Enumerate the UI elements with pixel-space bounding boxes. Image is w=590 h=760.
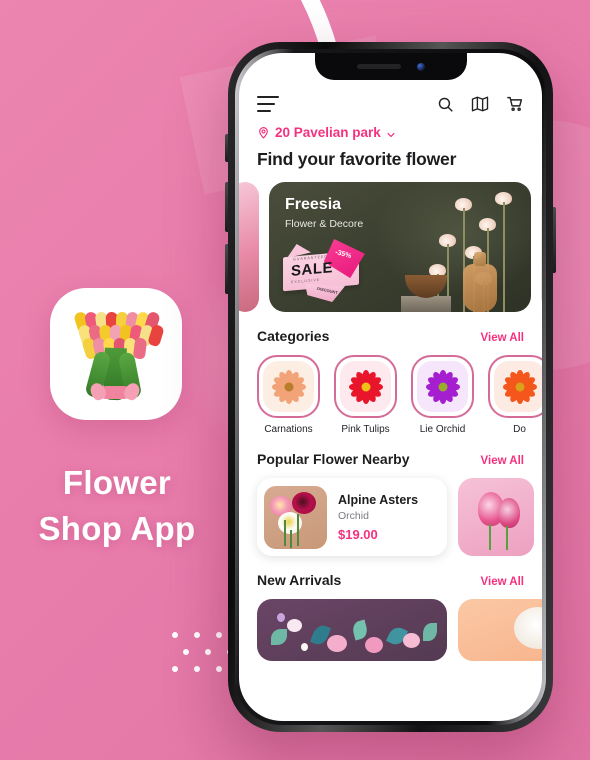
notch bbox=[314, 53, 467, 80]
popular-view-all[interactable]: View All bbox=[481, 455, 524, 467]
category-thumb bbox=[334, 355, 397, 418]
page-title: Find your favorite flower bbox=[257, 149, 457, 169]
product-name: Alpine Asters bbox=[338, 492, 419, 507]
category-thumb bbox=[488, 355, 542, 418]
product-image bbox=[264, 485, 327, 549]
banner-title: Freesia bbox=[285, 196, 342, 213]
flower-icon bbox=[502, 369, 538, 405]
product-price: $19.00 bbox=[338, 526, 378, 542]
hamburger-menu-icon[interactable] bbox=[257, 96, 279, 112]
arrivals-view-all[interactable]: View All bbox=[481, 576, 524, 588]
volume-down-button[interactable] bbox=[225, 244, 228, 294]
flower-bouquet-icon bbox=[64, 302, 168, 406]
promo-title: Flower Shop App bbox=[0, 460, 234, 551]
category-item[interactable]: Do bbox=[488, 355, 542, 435]
location-pin-icon bbox=[257, 126, 270, 139]
category-item[interactable]: Pink Tulips bbox=[334, 355, 397, 435]
arrivals-header: New Arrivals View All bbox=[239, 556, 542, 588]
categories-header: Categories View All bbox=[239, 312, 542, 344]
banner-vase bbox=[463, 252, 497, 312]
popular-title: Popular Flower Nearby bbox=[257, 451, 410, 467]
categories-view-all[interactable]: View All bbox=[481, 332, 524, 344]
arrival-card-1[interactable] bbox=[257, 599, 447, 661]
product-card-next[interactable] bbox=[458, 478, 534, 556]
phone-mockup: 20 Pavelian park Find your favorite flow… bbox=[225, 42, 556, 732]
category-label: Pink Tulips bbox=[341, 424, 390, 435]
app-content: 20 Pavelian park Find your favorite flow… bbox=[239, 53, 542, 721]
product-card[interactable]: Alpine Asters Orchid $19.00 bbox=[257, 478, 447, 556]
banner-next-peek[interactable] bbox=[541, 182, 542, 312]
category-label: Carnations bbox=[264, 424, 313, 435]
silent-switch[interactable] bbox=[225, 134, 228, 162]
category-label: Lie Orchid bbox=[419, 424, 466, 435]
banner-previous-peek[interactable] bbox=[239, 182, 259, 312]
promo-block: Flower Shop App bbox=[0, 288, 234, 551]
arrival-carnation-photo bbox=[514, 607, 542, 649]
flower-icon bbox=[348, 369, 384, 405]
speaker-grille bbox=[356, 64, 401, 69]
arrival-card-2[interactable] bbox=[458, 599, 542, 661]
flower-icon bbox=[271, 369, 307, 405]
banner-pedestal bbox=[401, 296, 451, 312]
product-category: Orchid bbox=[338, 509, 369, 522]
sale-badge: GUARANTEED SALE EXCLUSIVE -35% DISCOUNT bbox=[281, 240, 369, 302]
location-selector[interactable]: 20 Pavelian park bbox=[239, 113, 542, 140]
banner-carousel[interactable]: Freesia Flower & Decore GUARANTEED SALE … bbox=[239, 170, 542, 312]
map-icon[interactable] bbox=[471, 95, 489, 113]
banner-subtitle: Flower & Decore bbox=[285, 218, 364, 230]
promo-title-line1: Flower bbox=[62, 464, 172, 501]
volume-up-button[interactable] bbox=[225, 182, 228, 232]
categories-title: Categories bbox=[257, 328, 330, 344]
categories-list[interactable]: Carnations Pink Tulips Lie Orchid Do bbox=[239, 344, 542, 435]
front-camera bbox=[416, 62, 425, 71]
promo-title-line2: Shop App bbox=[38, 509, 196, 547]
category-thumb bbox=[257, 355, 320, 418]
category-thumb bbox=[411, 355, 474, 418]
flower-icon bbox=[425, 369, 461, 405]
app-icon bbox=[50, 288, 182, 420]
promo-banner[interactable]: Freesia Flower & Decore GUARANTEED SALE … bbox=[269, 182, 531, 312]
popular-header: Popular Flower Nearby View All bbox=[239, 435, 542, 467]
shopping-cart-icon[interactable] bbox=[506, 95, 524, 113]
arrivals-list[interactable] bbox=[239, 588, 542, 661]
category-label: Do bbox=[513, 424, 526, 435]
power-button[interactable] bbox=[553, 207, 556, 273]
category-item[interactable]: Lie Orchid bbox=[411, 355, 474, 435]
popular-list[interactable]: Alpine Asters Orchid $19.00 bbox=[239, 467, 542, 556]
category-item[interactable]: Carnations bbox=[257, 355, 320, 435]
phone-screen: 20 Pavelian park Find your favorite flow… bbox=[239, 53, 542, 721]
location-label: 20 Pavelian park bbox=[275, 125, 381, 140]
chevron-down-icon bbox=[386, 128, 396, 138]
search-icon[interactable] bbox=[437, 96, 454, 113]
arrivals-title: New Arrivals bbox=[257, 572, 342, 588]
